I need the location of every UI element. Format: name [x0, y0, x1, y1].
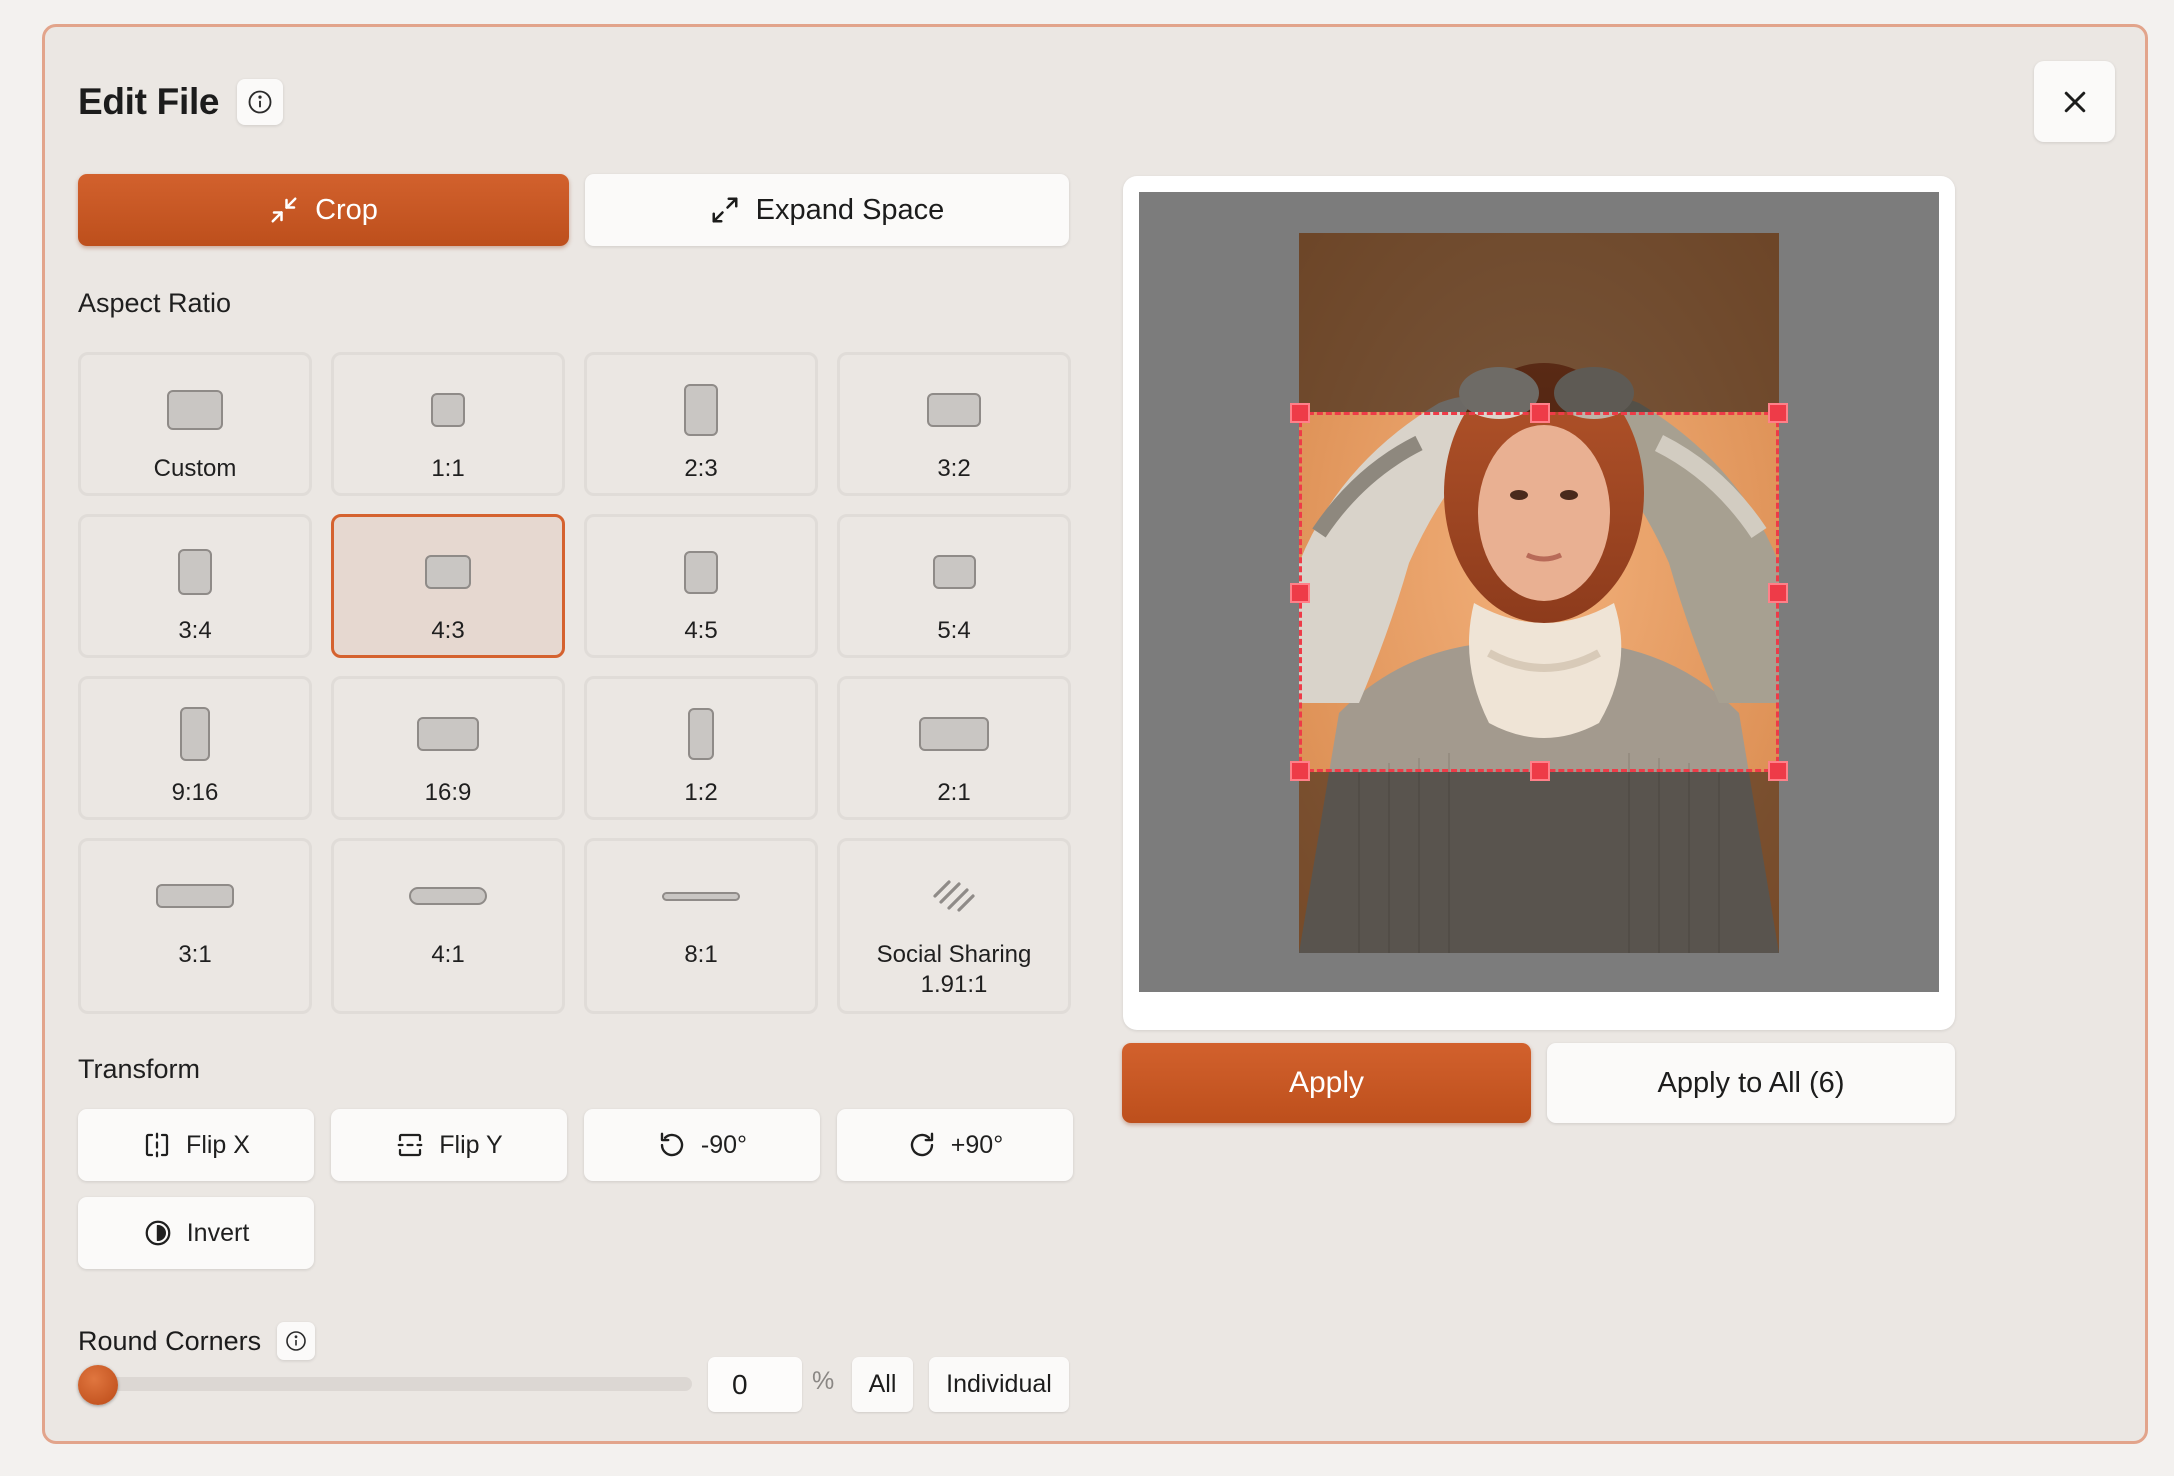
ratio-shape-icon — [431, 393, 465, 427]
crop-handle-top[interactable] — [1530, 403, 1550, 423]
ratio-option-16-9[interactable]: 16:9 — [331, 676, 565, 820]
ratio-shape-icon — [156, 884, 234, 908]
ratio-option-4-3[interactable]: 4:3 — [331, 514, 565, 658]
crop-handle-top-right[interactable] — [1768, 403, 1788, 423]
flip-x-label: Flip X — [186, 1130, 250, 1159]
corners-all-button[interactable]: All — [852, 1357, 913, 1412]
round-corners-unit: % — [812, 1367, 835, 1395]
squarespace-logo-icon — [933, 880, 975, 912]
ratio-shape-icon — [180, 707, 210, 761]
round-corners-heading: Round Corners — [78, 1325, 262, 1356]
aspect-ratio-grid: Custom 1:1 2:3 3:2 3:4 4:3 4:5 5:4 9:16 … — [78, 352, 1071, 1014]
ratio-option-2-1[interactable]: 2:1 — [837, 676, 1071, 820]
shrink-arrows-icon — [271, 197, 297, 223]
ratio-shape-icon — [927, 393, 981, 427]
round-corners-slider-thumb[interactable] — [78, 1365, 118, 1405]
rotate-right-button[interactable]: +90° — [837, 1109, 1073, 1181]
dialog-title: Edit File — [78, 81, 220, 122]
ratio-option-custom[interactable]: Custom — [78, 352, 312, 496]
invert-contrast-icon — [145, 1220, 171, 1246]
corners-individual-button[interactable]: Individual — [929, 1357, 1069, 1412]
title-info-button[interactable] — [237, 79, 284, 125]
crop-mode-button[interactable]: Crop — [78, 174, 569, 246]
crop-handle-bottom-left[interactable] — [1290, 761, 1310, 781]
flip-x-button[interactable]: Flip X — [78, 1109, 314, 1181]
ratio-option-1-1[interactable]: 1:1 — [331, 352, 565, 496]
social-sharing-label: Social Sharing — [876, 941, 1032, 968]
ratio-shape-icon — [932, 555, 976, 589]
rotate-clockwise-icon — [910, 1132, 933, 1157]
round-corners-info-button[interactable] — [277, 1322, 316, 1360]
rotate-right-label: +90° — [950, 1130, 1004, 1159]
close-button[interactable] — [2034, 61, 2115, 142]
ratio-shape-icon — [425, 555, 471, 589]
invert-label: Invert — [186, 1218, 250, 1247]
ratio-shape-icon — [684, 550, 718, 594]
ratio-option-4-5[interactable]: 4:5 — [584, 514, 818, 658]
crop-mode-label: Crop — [315, 193, 378, 226]
flip-vertical-icon — [397, 1133, 423, 1157]
expand-arrows-icon — [712, 197, 738, 223]
crop-handle-top-left[interactable] — [1290, 403, 1310, 423]
aspect-ratio-heading: Aspect Ratio — [78, 288, 232, 318]
dialog-header: Edit File — [78, 79, 284, 125]
expand-space-label: Expand Space — [755, 193, 945, 226]
round-corners-slider-track[interactable] — [78, 1377, 692, 1391]
ratio-shape-icon — [167, 390, 223, 430]
invert-button[interactable]: Invert — [78, 1197, 314, 1269]
rotate-left-label: -90° — [700, 1130, 748, 1159]
close-x-icon — [2064, 91, 2085, 112]
ratio-shape-icon — [662, 891, 740, 901]
edit-file-dialog: Edit File Crop Expand Space Aspect Ratio… — [42, 24, 2148, 1444]
ratio-option-5-4[interactable]: 5:4 — [837, 514, 1071, 658]
crop-handle-bottom[interactable] — [1530, 761, 1550, 781]
crop-handle-left[interactable] — [1290, 583, 1310, 603]
rotate-counterclockwise-icon — [660, 1132, 684, 1157]
crop-handle-right[interactable] — [1768, 583, 1788, 603]
flip-y-label: Flip Y — [439, 1130, 503, 1159]
transform-heading: Transform — [78, 1054, 201, 1084]
crop-handle-bottom-right[interactable] — [1768, 761, 1788, 781]
ratio-option-2-3[interactable]: 2:3 — [584, 352, 818, 496]
transform-row-1: Flip X Flip Y -90° +90° — [78, 1109, 1073, 1181]
apply-button[interactable]: Apply — [1122, 1043, 1531, 1123]
ratio-shape-icon — [417, 717, 479, 751]
info-circle-icon — [248, 90, 272, 114]
flip-horizontal-icon — [145, 1132, 169, 1158]
transform-row-2: Invert — [78, 1197, 314, 1269]
ratio-shape-icon — [684, 384, 718, 436]
expand-space-button[interactable]: Expand Space — [585, 174, 1069, 246]
ratio-shape-icon — [688, 708, 714, 760]
rotate-left-button[interactable]: -90° — [584, 1109, 820, 1181]
ratio-option-8-1[interactable]: 8:1 — [584, 838, 818, 1014]
ratio-shape-icon — [409, 887, 487, 905]
ratio-option-4-1[interactable]: 4:1 — [331, 838, 565, 1014]
ratio-option-1-2[interactable]: 1:2 — [584, 676, 818, 820]
round-corners-header: Round Corners — [78, 1322, 316, 1360]
ratio-option-9-16[interactable]: 9:16 — [78, 676, 312, 820]
ratio-shape-icon — [178, 549, 212, 595]
round-corners-value-input[interactable]: 0 — [708, 1357, 802, 1412]
social-sharing-ratio: 1.91:1 — [920, 971, 988, 998]
ratio-shape-icon — [919, 717, 989, 751]
crop-selection-frame[interactable] — [1290, 403, 1788, 781]
ratio-option-3-4[interactable]: 3:4 — [78, 514, 312, 658]
apply-to-all-button[interactable]: Apply to All (6) — [1547, 1043, 1955, 1123]
ratio-option-3-1[interactable]: 3:1 — [78, 838, 312, 1014]
ratio-option-social-sharing[interactable]: Social Sharing 1.91:1 — [837, 838, 1071, 1014]
info-circle-icon — [286, 1331, 306, 1351]
flip-y-button[interactable]: Flip Y — [331, 1109, 567, 1181]
ratio-option-3-2[interactable]: 3:2 — [837, 352, 1071, 496]
